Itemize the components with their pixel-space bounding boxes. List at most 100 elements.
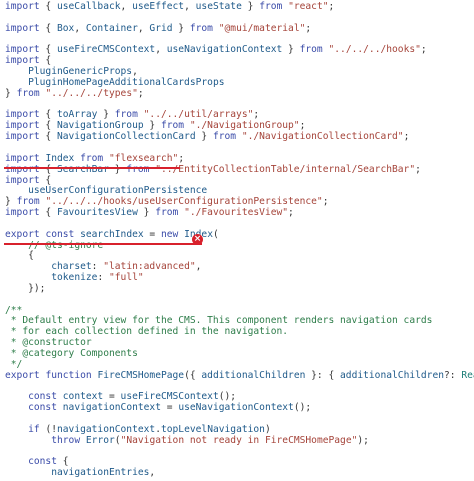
code-token: "../EntityCollectionTable/internal/Searc… [155, 163, 416, 175]
code-line[interactable]: import { FavouritesView } from "./Favour… [0, 207, 474, 219]
code-line[interactable] [0, 295, 474, 306]
code-token: } [5, 196, 17, 208]
code-token: }: { [305, 369, 341, 381]
code-token: { [39, 1, 57, 12]
code-line[interactable]: * @category Components [0, 348, 474, 360]
code-token: useEffect [132, 1, 185, 12]
code-line[interactable]: import { Box, Container, Grid } from "@m… [0, 22, 474, 35]
code-token: "./NavigationGroup" [189, 120, 300, 132]
code-token: * Default entry view for the CMS. This c… [5, 315, 433, 327]
code-token: from [16, 196, 40, 208]
code-token: }); [5, 282, 46, 294]
code-token: { [39, 131, 57, 143]
code-token: ?: [444, 369, 462, 381]
code-token: } [5, 87, 17, 99]
code-token: , [149, 467, 156, 479]
code-token: ; [299, 120, 306, 132]
code-token: , [120, 1, 133, 12]
code-editor[interactable]: import { useCallback, useEffect, useStat… [0, 0, 474, 481]
code-token: ; [253, 109, 260, 121]
code-token: } [195, 131, 213, 143]
code-token: "@mui/material" [218, 22, 306, 34]
code-token: = [160, 402, 179, 414]
code-token: ; [305, 22, 312, 34]
code-line[interactable]: import { useFireCMSContext, useNavigatio… [0, 44, 474, 56]
code-token: * @category Components [5, 348, 138, 359]
code-line[interactable]: } from "../../../types"; [0, 87, 474, 100]
code-token: , [132, 66, 138, 78]
error-x-icon[interactable]: × [192, 234, 203, 245]
code-line[interactable]: import { useCallback, useEffect, useStat… [0, 1, 474, 13]
code-token: export [5, 369, 40, 381]
code-token: "full" [109, 272, 144, 284]
code-token: additionalChildren [340, 369, 444, 381]
code-token: ) [264, 423, 271, 435]
code-token: searchIndex [80, 228, 144, 240]
code-token: { [39, 163, 57, 175]
code-token: context [62, 391, 104, 403]
code-token: ; [420, 44, 427, 56]
code-token: { [57, 456, 69, 468]
code-token: } [282, 44, 300, 56]
code-token: = [143, 228, 161, 240]
code-line[interactable]: throw Error("Navigation not ready in Fir… [0, 434, 474, 447]
code-token: import [5, 152, 40, 164]
code-token: const [28, 402, 57, 414]
code-token: throw [51, 434, 81, 446]
code-token: { [39, 207, 57, 219]
code-token: /** [5, 304, 23, 316]
code-token: from [155, 207, 179, 219]
code-token: PluginGenericProps [28, 66, 133, 78]
code-token: "../../../hooks" [328, 44, 421, 56]
code-token: import [5, 174, 40, 186]
code-token: (); [218, 391, 237, 403]
code-token: FireCMSHomePage [97, 369, 185, 381]
code-token: import [5, 120, 40, 132]
code-token: { [39, 55, 52, 67]
code-token: // @ts-ignore [28, 239, 104, 251]
code-token: : [91, 261, 104, 273]
code-line[interactable] [0, 447, 474, 458]
code-token: } [143, 120, 161, 132]
code-token: , [195, 261, 202, 273]
code-token: useFireCMSContext [120, 391, 219, 403]
code-token: NavigationCollectionCard [56, 131, 196, 143]
code-token: Box [56, 22, 75, 34]
code-token: from [189, 22, 213, 34]
code-token: useNavigationContext [166, 44, 283, 56]
code-line[interactable]: }); [0, 282, 474, 295]
code-line[interactable]: navigationEntries, [0, 467, 474, 479]
code-token: , [137, 22, 150, 34]
code-token: , [74, 22, 86, 34]
code-token: ({ [184, 369, 202, 381]
code-token: "flexsearch" [109, 152, 179, 164]
code-token: export [5, 228, 40, 240]
code-token: useFireCMSContext [56, 44, 156, 56]
code-line[interactable]: const navigationContext = useNavigationC… [0, 402, 474, 414]
code-token: ; [415, 163, 421, 175]
code-token: import [5, 207, 40, 219]
code-token: function [45, 369, 92, 381]
code-line[interactable]: tokenize: "full" [0, 272, 474, 284]
code-token: } [172, 22, 190, 34]
code-token: "./NavigationCollectionCard" [241, 131, 404, 143]
code-token: topLevelNavigation [160, 423, 265, 435]
code-token: Container [85, 22, 138, 34]
code-token: ; [288, 207, 294, 219]
code-token: { [39, 22, 57, 34]
code-token: navigationEntries [51, 467, 150, 479]
code-token: { [39, 120, 57, 132]
code-token: , [155, 44, 167, 56]
code-token: import [5, 55, 40, 67]
code-token: React.ReactNode [461, 369, 474, 381]
code-token: { [39, 109, 57, 121]
code-line[interactable]: import { NavigationCollectionCard } from… [0, 131, 474, 143]
code-line[interactable]: export function FireCMSHomePage({ additi… [0, 369, 474, 382]
